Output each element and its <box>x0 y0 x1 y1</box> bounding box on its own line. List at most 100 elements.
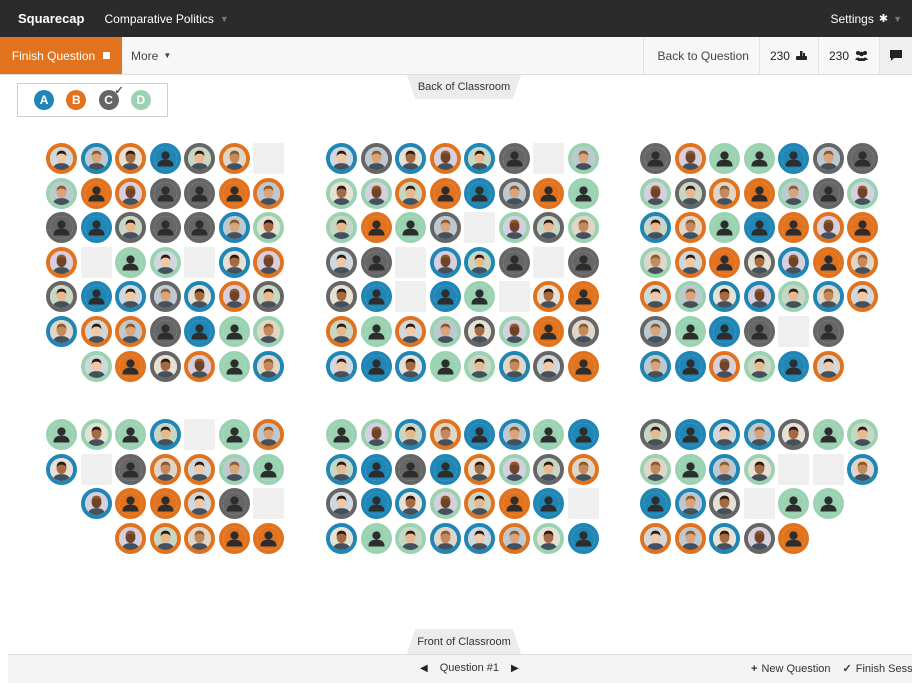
student-seat-answer-c[interactable] <box>533 350 564 382</box>
student-seat-answer-d[interactable] <box>567 177 599 209</box>
student-seat-answer-b[interactable] <box>847 281 878 313</box>
student-seat-answer-b[interactable] <box>184 453 215 485</box>
student-seat-answer-c[interactable] <box>46 281 77 313</box>
student-seat-answer-c[interactable] <box>149 281 181 313</box>
student-seat-answer-c[interactable] <box>184 143 215 174</box>
student-seat-answer-b[interactable] <box>218 177 250 209</box>
student-seat-answer-d[interactable] <box>46 177 77 209</box>
student-seat-answer-c[interactable] <box>326 246 357 278</box>
student-seat-answer-a[interactable] <box>709 316 740 347</box>
student-seat-answer-d[interactable] <box>709 212 740 244</box>
student-seat-answer-d[interactable] <box>360 522 392 554</box>
student-seat-answer-a[interactable] <box>395 350 426 382</box>
student-seat-answer-d[interactable] <box>46 419 77 450</box>
student-seat-answer-b[interactable] <box>80 177 112 209</box>
student-seat-answer-c[interactable] <box>533 212 564 244</box>
student-seat-answer-b[interactable] <box>184 488 215 520</box>
student-seat-answer-b[interactable] <box>778 212 809 244</box>
student-seat-answer-c[interactable] <box>360 246 392 278</box>
student-seat-answer-b[interactable] <box>253 419 284 450</box>
student-seat-answer-d[interactable] <box>778 488 809 520</box>
student-seat-answer-c[interactable] <box>360 143 392 174</box>
student-seat-answer-a[interactable] <box>326 522 357 554</box>
student-seat-answer-b[interactable] <box>429 177 461 209</box>
finish-question-button[interactable]: Finish Question <box>0 37 122 74</box>
student-seat-answer-c[interactable] <box>640 419 671 450</box>
student-seat-answer-b[interactable] <box>184 522 215 554</box>
student-seat-answer-b[interactable] <box>567 281 599 313</box>
student-seat-answer-a[interactable] <box>360 350 392 382</box>
student-seat-answer-d[interactable] <box>253 316 284 347</box>
student-seat-answer-a[interactable] <box>640 350 671 382</box>
student-seat-answer-b[interactable] <box>464 488 495 520</box>
student-seat-answer-b[interactable] <box>640 522 671 554</box>
legend-answer-a[interactable]: A <box>34 90 55 110</box>
student-seat-answer-a[interactable] <box>640 212 671 244</box>
student-seat-answer-c[interactable] <box>149 350 181 382</box>
student-seat-answer-b[interactable] <box>253 522 284 554</box>
student-seat-answer-a[interactable] <box>533 488 564 520</box>
student-seat-answer-d[interactable] <box>464 350 495 382</box>
student-seat-answer-a[interactable] <box>498 350 530 382</box>
student-seat-answer-d[interactable] <box>743 350 775 382</box>
student-seat-answer-a[interactable] <box>218 212 250 244</box>
student-seat-answer-a[interactable] <box>429 281 461 313</box>
student-seat-answer-c[interactable] <box>253 281 284 313</box>
student-seat-answer-b[interactable] <box>498 522 530 554</box>
student-seat-answer-a[interactable] <box>709 522 740 554</box>
new-question-button[interactable]: + New Question <box>751 663 831 675</box>
student-seat-answer-b[interactable] <box>674 246 706 278</box>
student-seat-answer-d[interactable] <box>674 316 706 347</box>
student-seat-answer-b[interactable] <box>674 212 706 244</box>
student-seat-answer-a[interactable] <box>253 350 284 382</box>
student-seat-answer-d[interactable] <box>778 281 809 313</box>
student-seat-answer-b[interactable] <box>149 522 181 554</box>
student-seat-answer-d[interactable] <box>567 212 599 244</box>
student-seat-answer-a[interactable] <box>218 246 250 278</box>
student-seat-answer-d[interactable] <box>709 143 740 174</box>
student-seat-answer-d[interactable] <box>115 419 146 450</box>
student-seat-answer-d[interactable] <box>567 143 599 174</box>
student-seat-answer-a[interactable] <box>743 212 775 244</box>
student-seat-answer-d[interactable] <box>640 246 671 278</box>
student-seat-answer-b[interactable] <box>115 522 146 554</box>
student-seat-answer-c[interactable] <box>567 246 599 278</box>
student-seat-answer-b[interactable] <box>812 350 844 382</box>
student-seat-answer-a[interactable] <box>80 281 112 313</box>
student-seat-answer-d[interactable] <box>498 316 530 347</box>
student-seat-answer-b[interactable] <box>709 246 740 278</box>
student-seat-answer-d[interactable] <box>640 177 671 209</box>
student-seat-answer-b[interactable] <box>115 316 146 347</box>
student-seat-answer-a[interactable] <box>360 488 392 520</box>
student-seat-answer-b[interactable] <box>567 453 599 485</box>
student-seat-answer-d[interactable] <box>812 488 844 520</box>
student-seat-answer-d[interactable] <box>533 419 564 450</box>
student-seat-answer-d[interactable] <box>253 212 284 244</box>
student-seat-answer-a[interactable] <box>567 522 599 554</box>
student-seat-answer-b[interactable] <box>847 212 878 244</box>
student-seat-answer-a[interactable] <box>464 246 495 278</box>
student-seat-answer-c[interactable] <box>326 281 357 313</box>
student-seat-answer-a[interactable] <box>80 212 112 244</box>
student-seat-answer-a[interactable] <box>326 143 357 174</box>
student-seat-answer-a[interactable] <box>464 419 495 450</box>
student-seat-answer-a[interactable] <box>709 281 740 313</box>
legend-answer-c[interactable]: C ✓ <box>98 85 124 110</box>
student-seat-answer-d[interactable] <box>464 281 495 313</box>
student-seat-answer-b[interactable] <box>115 143 146 174</box>
student-seat-answer-c[interactable] <box>743 522 775 554</box>
chat-button[interactable] <box>880 37 912 74</box>
student-seat-answer-a[interactable] <box>812 281 844 313</box>
student-seat-answer-d[interactable] <box>360 316 392 347</box>
student-seat-answer-b[interactable] <box>80 316 112 347</box>
student-seat-answer-c[interactable] <box>149 177 181 209</box>
student-seat-answer-b[interactable] <box>46 246 77 278</box>
student-seat-answer-a[interactable] <box>46 316 77 347</box>
student-seat-answer-c[interactable] <box>184 212 215 244</box>
student-seat-answer-d[interactable] <box>395 522 426 554</box>
student-seat-answer-a[interactable] <box>80 143 112 174</box>
student-seat-answer-c[interactable] <box>395 453 426 485</box>
student-seat-answer-b[interactable] <box>567 350 599 382</box>
student-seat-answer-c[interactable] <box>674 177 706 209</box>
student-seat-answer-c[interactable] <box>326 488 357 520</box>
